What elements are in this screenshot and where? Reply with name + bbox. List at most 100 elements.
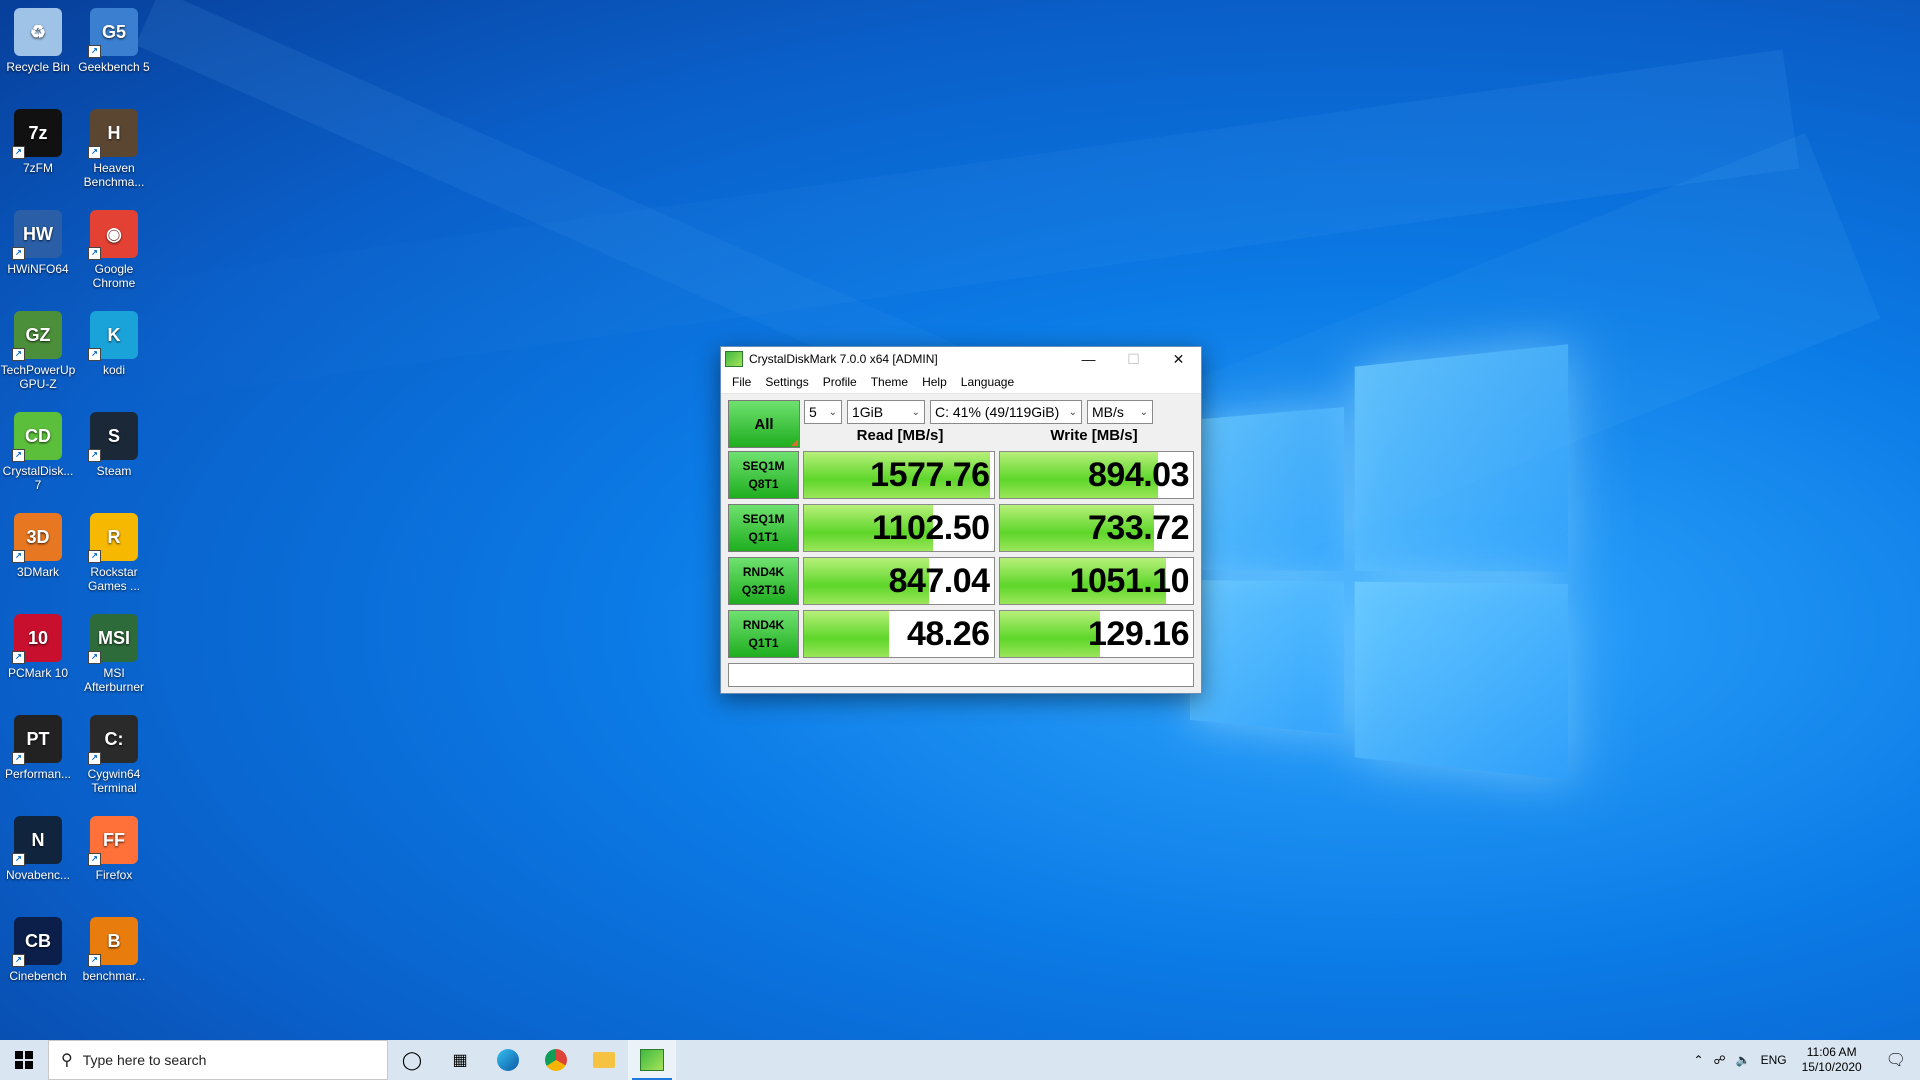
windows-start-icon bbox=[15, 1051, 33, 1069]
test-count-value: 5 bbox=[809, 404, 817, 420]
desktop-icon[interactable]: H ↗ Heaven Benchma... bbox=[75, 109, 153, 189]
title-bar[interactable]: CrystalDiskMark 7.0.0 x64 [ADMIN] — ☐ ✕ bbox=[721, 347, 1201, 371]
desktop-icon[interactable]: 7z ↗ 7zFM bbox=[0, 109, 77, 175]
app-icon: HW ↗ bbox=[12, 210, 62, 260]
volume-icon[interactable]: 🔈 bbox=[1731, 1053, 1756, 1067]
menu-file[interactable]: File bbox=[725, 375, 758, 389]
app-icon: 10 ↗ bbox=[12, 614, 62, 664]
minimize-button[interactable]: — bbox=[1066, 347, 1111, 371]
shortcut-arrow-icon: ↗ bbox=[12, 348, 25, 361]
taskbar-file-explorer[interactable] bbox=[580, 1040, 628, 1080]
desktop-icon[interactable]: HW ↗ HWiNFO64 bbox=[0, 210, 77, 276]
maximize-button[interactable]: ☐ bbox=[1111, 347, 1156, 371]
app-icon: N ↗ bbox=[12, 816, 62, 866]
desktop-icon[interactable]: ◉ ↗ Google Chrome bbox=[75, 210, 153, 290]
test-button[interactable]: SEQ1M Q1T1 bbox=[728, 504, 800, 552]
read-result-value: 1102.50 bbox=[872, 508, 990, 547]
network-icon[interactable]: ☍ bbox=[1709, 1053, 1731, 1067]
task-view-button[interactable]: ▦ bbox=[436, 1040, 484, 1080]
desktop-icon[interactable]: R ↗ Rockstar Games ... bbox=[75, 513, 153, 593]
read-result-bar bbox=[804, 611, 890, 657]
shortcut-arrow-icon: ↗ bbox=[12, 954, 25, 967]
app-icon: MSI ↗ bbox=[88, 614, 138, 664]
write-result-value: 733.72 bbox=[1088, 508, 1190, 547]
shortcut-arrow-icon: ↗ bbox=[88, 752, 101, 765]
menu-settings[interactable]: Settings bbox=[758, 375, 815, 389]
crystaldiskmark-app-icon bbox=[725, 351, 743, 367]
desktop-icon-label: MSI Afterburner bbox=[83, 666, 145, 694]
read-header: Read [MB/s] bbox=[856, 426, 944, 444]
search-placeholder: Type here to search bbox=[82, 1052, 207, 1068]
menu-language[interactable]: Language bbox=[954, 375, 1021, 389]
taskbar-search-box[interactable]: ⚲ Type here to search bbox=[48, 1040, 388, 1080]
folder-icon bbox=[593, 1052, 615, 1068]
taskbar-crystaldiskmark[interactable] bbox=[628, 1040, 676, 1080]
test-name: RND4K bbox=[742, 565, 785, 579]
desktop-icon[interactable]: K ↗ kodi bbox=[75, 311, 153, 377]
test-row: RND4K Q1T1 48.26 129.16 bbox=[728, 610, 1194, 658]
shortcut-arrow-icon: ↗ bbox=[12, 449, 25, 462]
desktop-icon[interactable]: C: ↗ Cygwin64 Terminal bbox=[75, 715, 153, 795]
test-button[interactable]: SEQ1M Q8T1 bbox=[728, 451, 800, 499]
edge-icon bbox=[497, 1049, 519, 1071]
app-icon: 7z ↗ bbox=[12, 109, 62, 159]
taskbar-edge[interactable] bbox=[484, 1040, 532, 1080]
close-button[interactable]: ✕ bbox=[1156, 347, 1201, 371]
cortana-button[interactable]: ◯ bbox=[388, 1040, 436, 1080]
desktop-icon[interactable]: 10 ↗ PCMark 10 bbox=[0, 614, 77, 680]
desktop-icon[interactable]: CD ↗ CrystalDisk... 7 bbox=[0, 412, 77, 492]
desktop-icon-label: Performan... bbox=[4, 767, 72, 781]
desktop-icon[interactable]: S ↗ Steam bbox=[75, 412, 153, 478]
system-tray: ⌃ ☍ 🔈 ENG 11:06 AM 15/10/2020 🗨 bbox=[1688, 1040, 1920, 1080]
menu-theme[interactable]: Theme bbox=[864, 375, 915, 389]
desktop-icon[interactable]: N ↗ Novabenc... bbox=[0, 816, 77, 882]
desktop-icon[interactable]: CB ↗ Cinebench bbox=[0, 917, 77, 983]
desktop-icon-label: Novabenc... bbox=[5, 868, 71, 882]
test-size-select[interactable]: 1GiB ⌄ bbox=[847, 400, 925, 424]
app-icon: CB ↗ bbox=[12, 917, 62, 967]
comment-field[interactable] bbox=[728, 663, 1194, 687]
menu-profile[interactable]: Profile bbox=[816, 375, 864, 389]
unit-value: MB/s bbox=[1092, 404, 1124, 420]
start-button[interactable] bbox=[0, 1040, 48, 1080]
desktop-icon[interactable]: ♻ Recycle Bin bbox=[0, 8, 77, 74]
app-icon: R ↗ bbox=[88, 513, 138, 563]
desktop-icon[interactable]: 3D ↗ 3DMark bbox=[0, 513, 77, 579]
desktop-icon[interactable]: G5 ↗ Geekbench 5 bbox=[75, 8, 153, 74]
write-header: Write [MB/s] bbox=[1050, 426, 1138, 444]
chevron-up-icon[interactable]: ⌃ bbox=[1688, 1053, 1708, 1067]
test-button[interactable]: RND4K Q1T1 bbox=[728, 610, 800, 658]
task-view-icon: ▦ bbox=[452, 1052, 468, 1069]
menu-bar: File Settings Profile Theme Help Languag… bbox=[721, 371, 1201, 394]
shortcut-arrow-icon: ↗ bbox=[88, 853, 101, 866]
desktop-icon-label: Cinebench bbox=[9, 969, 67, 983]
shortcut-arrow-icon: ↗ bbox=[88, 247, 101, 260]
desktop-icon[interactable]: GZ ↗ TechPowerUp GPU-Z bbox=[0, 311, 77, 391]
test-count-select[interactable]: 5 ⌄ bbox=[804, 400, 842, 424]
all-button[interactable]: All bbox=[728, 400, 800, 448]
desktop-icon[interactable]: B ↗ benchmar... bbox=[75, 917, 153, 983]
desktop-icon-label: TechPowerUp GPU-Z bbox=[0, 363, 76, 391]
taskbar-chrome[interactable] bbox=[532, 1040, 580, 1080]
language-indicator[interactable]: ENG bbox=[1756, 1053, 1792, 1067]
menu-help[interactable]: Help bbox=[915, 375, 954, 389]
clock-time: 11:06 AM bbox=[1806, 1045, 1857, 1059]
desktop-icon-label: Geekbench 5 bbox=[78, 60, 150, 74]
unit-select[interactable]: MB/s ⌄ bbox=[1087, 400, 1153, 424]
app-icon: CD ↗ bbox=[12, 412, 62, 462]
desktop-icon[interactable]: PT ↗ Performan... bbox=[0, 715, 77, 781]
desktop-icon-label: Rockstar Games ... bbox=[87, 565, 140, 593]
test-queue: Q32T16 bbox=[741, 583, 786, 597]
test-row: SEQ1M Q1T1 1102.50 733.72 bbox=[728, 504, 1194, 552]
write-result-cell: 1051.10 bbox=[998, 557, 1194, 605]
desktop-icon[interactable]: MSI ↗ MSI Afterburner bbox=[75, 614, 153, 694]
test-row: RND4K Q32T16 847.04 1051.10 bbox=[728, 557, 1194, 605]
shortcut-arrow-icon: ↗ bbox=[88, 550, 101, 563]
notification-icon[interactable]: 🗨 bbox=[1872, 1050, 1920, 1070]
clock[interactable]: 11:06 AM 15/10/2020 bbox=[1792, 1045, 1872, 1075]
desktop-icon[interactable]: FF ↗ Firefox bbox=[75, 816, 153, 882]
shortcut-arrow-icon: ↗ bbox=[88, 954, 101, 967]
shortcut-arrow-icon: ↗ bbox=[12, 247, 25, 260]
drive-select[interactable]: C: 41% (49/119GiB) ⌄ bbox=[930, 400, 1082, 424]
test-button[interactable]: RND4K Q32T16 bbox=[728, 557, 800, 605]
